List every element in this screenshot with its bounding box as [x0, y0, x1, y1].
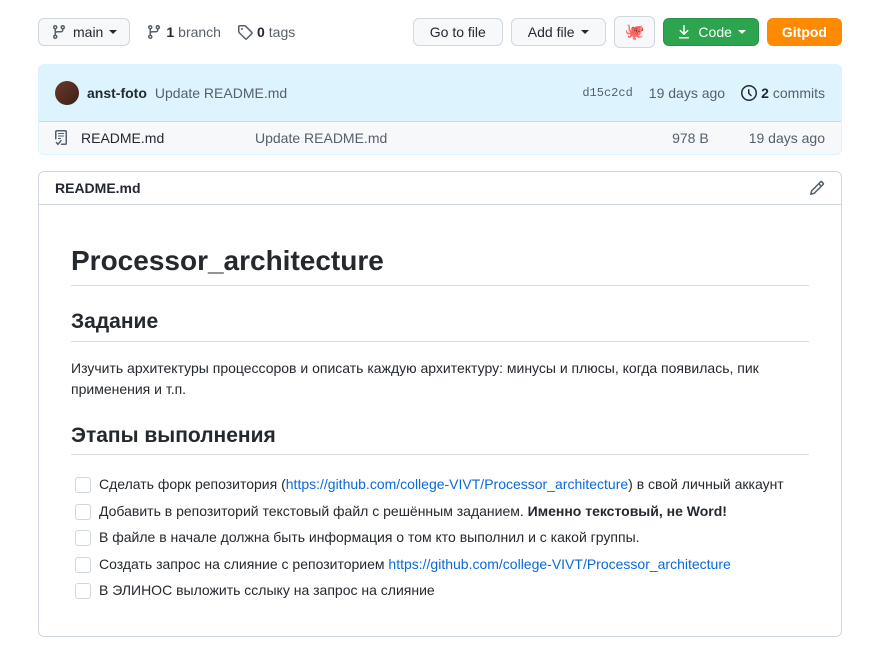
- caret-down-icon: [738, 30, 746, 34]
- avatar[interactable]: [55, 81, 79, 105]
- latest-commit-bar: anst-foto Update README.md d15c2cd 19 da…: [39, 65, 841, 121]
- commits-count: 2: [761, 85, 769, 101]
- go-to-file-button[interactable]: Go to file: [413, 18, 503, 46]
- commit-sha[interactable]: d15c2cd: [582, 86, 632, 100]
- git-branch-icon: [146, 24, 162, 40]
- readme-h2-steps: Этапы выполнения: [71, 424, 809, 455]
- readme-body: Processor_architecture Задание Изучить а…: [39, 205, 841, 636]
- code-button[interactable]: Code: [663, 18, 758, 46]
- readme-header: README.md: [39, 172, 841, 205]
- tags-label: tags: [269, 24, 295, 40]
- list-item: Создать запрос на слияние с репозиторием…: [71, 551, 809, 578]
- download-icon: [676, 24, 692, 40]
- repo-link[interactable]: https://github.com/college-VIVT/Processo…: [388, 556, 730, 572]
- commit-message[interactable]: Update README.md: [155, 85, 287, 101]
- octopus-icon: 🐙: [625, 22, 645, 42]
- commits-link[interactable]: 2 commits: [741, 85, 825, 101]
- file-time: 19 days ago: [749, 130, 825, 146]
- readme-filename[interactable]: README.md: [55, 180, 141, 196]
- table-row: README.md Update README.md 978 B 19 days…: [39, 121, 841, 154]
- list-item: Сделать форк репозитория (https://github…: [71, 471, 809, 498]
- branch-selector[interactable]: main: [38, 18, 130, 46]
- git-branch-icon: [51, 24, 67, 40]
- readme-h2-task: Задание: [71, 310, 809, 341]
- list-item: В файле в начале должна быть информация …: [71, 524, 809, 551]
- file-size: 978 B: [672, 130, 709, 146]
- tags-count: 0: [257, 24, 265, 40]
- list-item: Добавить в репозиторий текстовый файл с …: [71, 498, 809, 525]
- repo-link[interactable]: https://github.com/college-VIVT/Processo…: [286, 476, 628, 492]
- commit-time: 19 days ago: [649, 85, 725, 101]
- add-file-button[interactable]: Add file: [511, 18, 606, 46]
- caret-down-icon: [109, 30, 117, 34]
- readme-task-paragraph: Изучить архитектуры процессоров и описат…: [71, 358, 809, 400]
- gitpod-button[interactable]: Gitpod: [767, 18, 842, 46]
- pencil-icon[interactable]: [809, 180, 825, 196]
- code-label: Code: [698, 24, 731, 40]
- repo-toolbar: main 1 branch 0 tags Go to file Add file…: [38, 16, 842, 48]
- repo-actions: Go to file Add file 🐙 Code Gitpod: [413, 16, 842, 48]
- commit-author[interactable]: anst-foto: [87, 85, 147, 101]
- branches-link[interactable]: 1 branch: [146, 24, 221, 40]
- tags-link[interactable]: 0 tags: [237, 24, 295, 40]
- file-name-text: README.md: [81, 130, 164, 146]
- list-item: В ЭЛИНОС выложить сслыку на запрос на сл…: [71, 577, 809, 604]
- readme-h1: Processor_architecture: [71, 245, 809, 286]
- readme-panel: README.md Processor_architecture Задание…: [38, 171, 842, 637]
- caret-down-icon: [581, 30, 589, 34]
- commits-label: commits: [773, 85, 825, 101]
- extension-button[interactable]: 🐙: [614, 16, 656, 48]
- branch-name: main: [73, 24, 103, 40]
- task-list: Сделать форк репозитория (https://github…: [71, 471, 809, 604]
- file-link[interactable]: README.md: [55, 130, 255, 146]
- tag-icon: [237, 24, 253, 40]
- history-icon: [741, 85, 757, 101]
- branches-label: branch: [178, 24, 221, 40]
- file-icon: [55, 130, 71, 146]
- file-listing: anst-foto Update README.md d15c2cd 19 da…: [38, 64, 842, 155]
- file-commit-message[interactable]: Update README.md: [255, 130, 672, 146]
- branches-count: 1: [166, 24, 174, 40]
- add-file-label: Add file: [528, 24, 575, 40]
